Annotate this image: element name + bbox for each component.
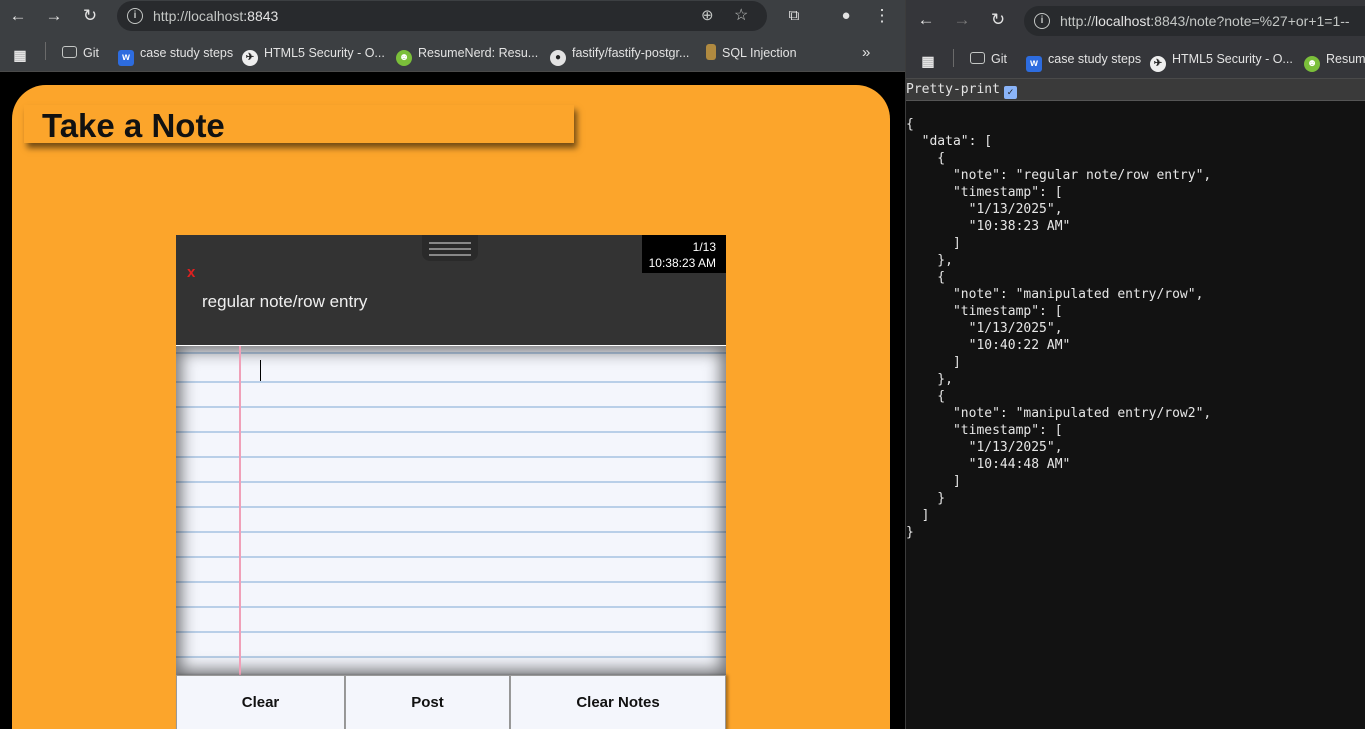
page-title: Take a Note <box>42 107 225 144</box>
bookmark-favicon-icon: ✈ <box>1150 56 1166 72</box>
json-line: "data": [ <box>906 134 993 149</box>
json-line: "timestamp": [ <box>906 423 1063 438</box>
json-line: "10:40:22 AM" <box>906 338 1071 353</box>
apps-icon[interactable]: ▦ <box>920 49 942 69</box>
left-browser-window: ← → ↻ i http://localhost:8843 ⊕ ☆ ⧉ ● ⋮ … <box>0 0 905 729</box>
reload-icon[interactable]: ↻ <box>984 6 1012 34</box>
address-bar[interactable]: i http://localhost:8843 ⊕ ☆ <box>117 1 767 31</box>
json-line: "note": "manipulated entry/row2", <box>906 406 1212 421</box>
json-line: } <box>906 491 946 506</box>
drag-handle-icon[interactable] <box>422 235 478 261</box>
folder-icon <box>970 52 985 64</box>
text-caret <box>260 360 261 381</box>
json-line: { <box>906 389 946 404</box>
left-toolbar: ← → ↻ i http://localhost:8843 ⊕ ☆ ⧉ ● ⋮ <box>0 0 905 34</box>
json-line: ] <box>906 474 961 489</box>
bookmark-case-study[interactable]: w case study steps <box>1026 49 1141 72</box>
bookmark-favicon-icon <box>706 44 716 60</box>
right-browser-window: ← → ↻ i http://localhost:8843/note?note=… <box>905 0 1365 729</box>
bookmark-git[interactable]: Git <box>970 49 1007 69</box>
json-line: { <box>906 151 946 166</box>
json-line: } <box>906 525 914 540</box>
bookmark-favicon-icon: ☻ <box>396 50 412 66</box>
address-bar[interactable]: i http://localhost:8843/note?note=%27+or… <box>1024 6 1365 36</box>
back-icon[interactable]: ← <box>4 2 32 30</box>
apps-icon[interactable]: ▦ <box>12 43 34 63</box>
pretty-print-label: Pretty-print <box>906 82 1000 97</box>
bookmark-resumenerd[interactable]: ☻ ResumeNerd: Resu... <box>396 43 538 66</box>
profile-icon[interactable]: ● <box>832 2 860 30</box>
address-url: http://localhost:8843/note?note=%27+or+1… <box>1060 13 1350 29</box>
bookmark-html5-security[interactable]: ✈ HTML5 Security - O... <box>1150 49 1293 72</box>
json-line: }, <box>906 253 953 268</box>
clear-notes-button[interactable]: Clear Notes <box>510 675 726 729</box>
more-bookmarks-icon[interactable]: » <box>862 43 870 63</box>
bookmark-html5-security[interactable]: ✈ HTML5 Security - O... <box>242 43 385 66</box>
forward-icon[interactable]: → <box>948 6 976 34</box>
reload-icon[interactable]: ↻ <box>76 2 104 30</box>
folder-icon <box>62 46 77 58</box>
close-note-button[interactable]: x <box>187 264 195 281</box>
bookmark-favicon-icon: w <box>118 50 134 66</box>
json-line: "1/13/2025", <box>906 321 1063 336</box>
right-bookmarks-bar: ▦ Git w case study steps ✈ HTML5 Security … <box>906 40 1365 79</box>
back-icon[interactable]: ← <box>912 6 940 34</box>
note-text: regular note/row entry <box>202 292 368 311</box>
left-bookmarks-bar: ▦ Git w case study steps ✈ HTML5 Security … <box>0 34 905 72</box>
clear-button[interactable]: Clear <box>176 675 345 729</box>
json-line: ] <box>906 355 961 370</box>
json-response: { "data": [ { "note": "regular note/row … <box>906 116 1211 541</box>
extensions-icon[interactable]: ⧉ <box>780 2 808 30</box>
forward-icon[interactable]: → <box>40 2 68 30</box>
site-info-icon[interactable]: i <box>1034 13 1050 29</box>
json-line: { <box>906 117 914 132</box>
bookmark-resumenerd[interactable]: ☻Resume <box>1304 49 1365 72</box>
json-line: { <box>906 270 946 285</box>
json-line: "1/13/2025", <box>906 202 1063 217</box>
menu-icon[interactable]: ⋮ <box>868 2 896 30</box>
note-input-area[interactable] <box>176 345 726 676</box>
json-line: ] <box>906 236 961 251</box>
note-time: 10:38:23 AM <box>648 256 716 270</box>
pretty-print-checkbox[interactable]: ✓ <box>1003 86 1017 99</box>
paper-margin-line <box>239 346 241 676</box>
pretty-print-bar: Pretty-print ✓ <box>906 79 1365 101</box>
github-icon: ● <box>550 50 566 66</box>
bookmark-sql-injection[interactable]: SQL Injection <box>706 43 797 63</box>
json-line: "timestamp": [ <box>906 185 1063 200</box>
bookmark-favicon-icon: w <box>1026 56 1042 72</box>
json-line: ] <box>906 508 930 523</box>
json-line: "10:38:23 AM" <box>906 219 1071 234</box>
bookmarks-divider <box>953 49 954 67</box>
json-line: "10:44:48 AM" <box>906 457 1071 472</box>
bookmark-fastify[interactable]: ● fastify/fastify-postgr... <box>550 43 689 66</box>
bookmarks-divider <box>45 42 46 60</box>
json-line: }, <box>906 372 953 387</box>
json-line: "1/13/2025", <box>906 440 1063 455</box>
note-timestamp: 1/13 10:38:23 AM <box>642 235 726 273</box>
address-url: http://localhost:8843 <box>153 8 279 24</box>
json-line: "note": "regular note/row entry", <box>906 168 1212 183</box>
right-toolbar: ← → ↻ i http://localhost:8843/note?note=… <box>906 0 1365 40</box>
note-header: 1/13 10:38:23 AM x regular note/row entr… <box>176 235 726 345</box>
post-button[interactable]: Post <box>345 675 510 729</box>
bookmark-star-icon[interactable]: ☆ <box>734 1 748 31</box>
bookmark-git[interactable]: Git <box>62 43 99 63</box>
note-page: Take a Note 1/13 10:38:23 AM x regular n… <box>0 73 905 729</box>
site-info-icon[interactable]: i <box>127 8 143 24</box>
zoom-icon[interactable]: ⊕ <box>701 1 714 31</box>
bookmark-favicon-icon: ☻ <box>1304 56 1320 72</box>
json-line: "note": "manipulated entry/row", <box>906 287 1204 302</box>
json-line: "timestamp": [ <box>906 304 1063 319</box>
bookmark-case-study[interactable]: w case study steps <box>118 43 233 66</box>
bookmark-favicon-icon: ✈ <box>242 50 258 66</box>
note-date: 1/13 <box>692 240 716 254</box>
note-widget: 1/13 10:38:23 AM x regular note/row entr… <box>176 235 726 729</box>
title-banner: Take a Note <box>24 105 574 144</box>
